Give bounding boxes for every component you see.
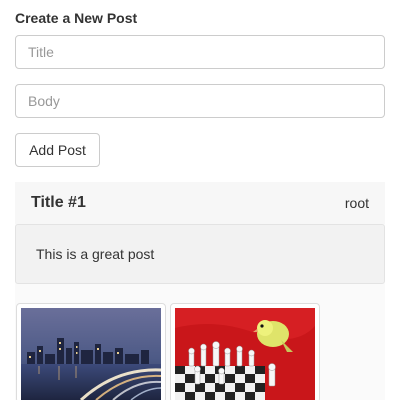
- city-skyline-thumbnail[interactable]: [16, 303, 166, 400]
- create-post-heading: Create a New Post: [15, 10, 138, 26]
- post-header: Title #1 root: [15, 182, 385, 224]
- post-body-text: This is a great post: [36, 246, 155, 262]
- post-body: This is a great post: [15, 224, 385, 284]
- title-input[interactable]: [15, 35, 385, 69]
- parrot-chess-thumbnail[interactable]: [170, 303, 320, 400]
- body-input[interactable]: [15, 84, 385, 118]
- post-author: root: [344, 195, 369, 211]
- city-skyline-night-image: [21, 308, 161, 400]
- page: Create a New Post Add Post Title #1 root…: [0, 0, 400, 400]
- post-card: Title #1 root This is a great post: [15, 182, 385, 400]
- post-title: Title #1: [31, 194, 86, 211]
- parrot-chess-image: [175, 308, 315, 400]
- add-post-button[interactable]: Add Post: [15, 133, 100, 167]
